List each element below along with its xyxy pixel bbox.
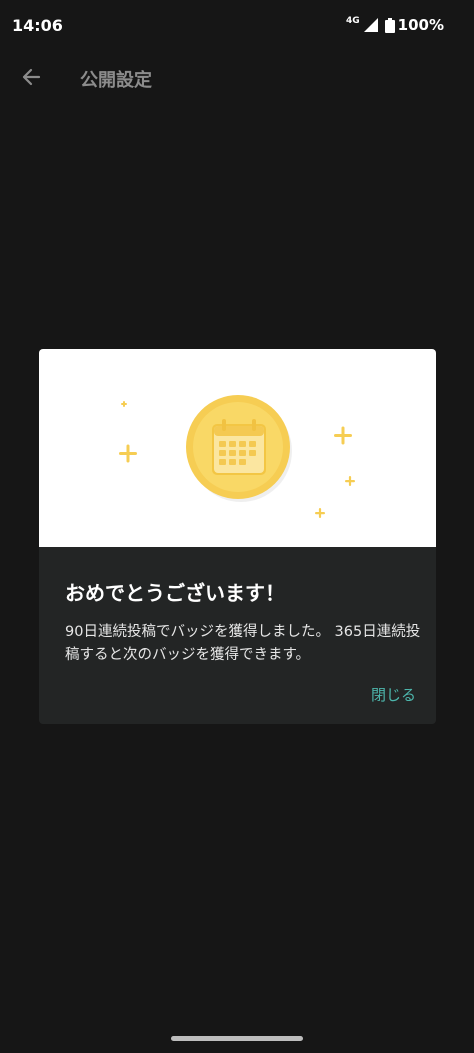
signal-icon — [363, 18, 378, 32]
calendar-badge-icon — [212, 419, 266, 475]
badge-dialog: おめでとうございます！ 90日連続投稿でバッジを獲得しました。 365日連続投稿… — [39, 349, 436, 724]
status-indicators: 4G 100% — [346, 16, 444, 34]
status-bar: 14:06 4G 100% — [0, 0, 474, 54]
page-title: 公開設定 — [80, 70, 152, 91]
badge-illustration — [119, 395, 355, 518]
dialog-hero-image — [39, 349, 436, 547]
close-button[interactable]: 閉じる — [371, 684, 416, 705]
dialog-message: 90日連続投稿でバッジを獲得しました。 365日連続投稿すると次のバッジを獲得で… — [65, 624, 421, 663]
status-time: 14:06 — [12, 16, 63, 35]
dialog-title: おめでとうございます！ — [65, 581, 285, 605]
battery-icon — [384, 17, 395, 33]
back-button[interactable] — [14, 60, 48, 94]
battery-level: 100% — [397, 16, 444, 34]
arrow-left-icon — [22, 68, 41, 86]
home-indicator[interactable] — [171, 1036, 303, 1041]
network-type: 4G — [346, 16, 360, 26]
app-bar: 公開設定 — [0, 54, 474, 100]
